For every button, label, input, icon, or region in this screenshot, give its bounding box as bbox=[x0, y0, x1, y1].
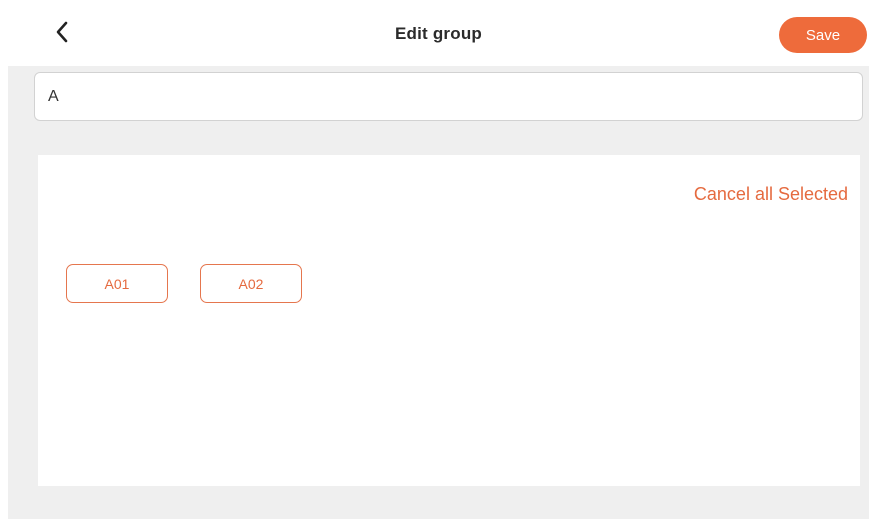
cancel-all-selected-link[interactable]: Cancel all Selected bbox=[694, 184, 848, 205]
page-title: Edit group bbox=[395, 24, 482, 43]
member-chip-a02[interactable]: A02 bbox=[200, 264, 302, 303]
members-panel: Cancel all Selected A01 A02 bbox=[38, 155, 860, 486]
edit-group-screen: Edit group Save Cancel all Selected A01 … bbox=[0, 0, 877, 519]
top-bar: Edit group Save bbox=[0, 0, 877, 66]
save-button[interactable]: Save bbox=[779, 17, 867, 53]
group-name-input[interactable] bbox=[34, 72, 863, 121]
member-chip-a01[interactable]: A01 bbox=[66, 264, 168, 303]
